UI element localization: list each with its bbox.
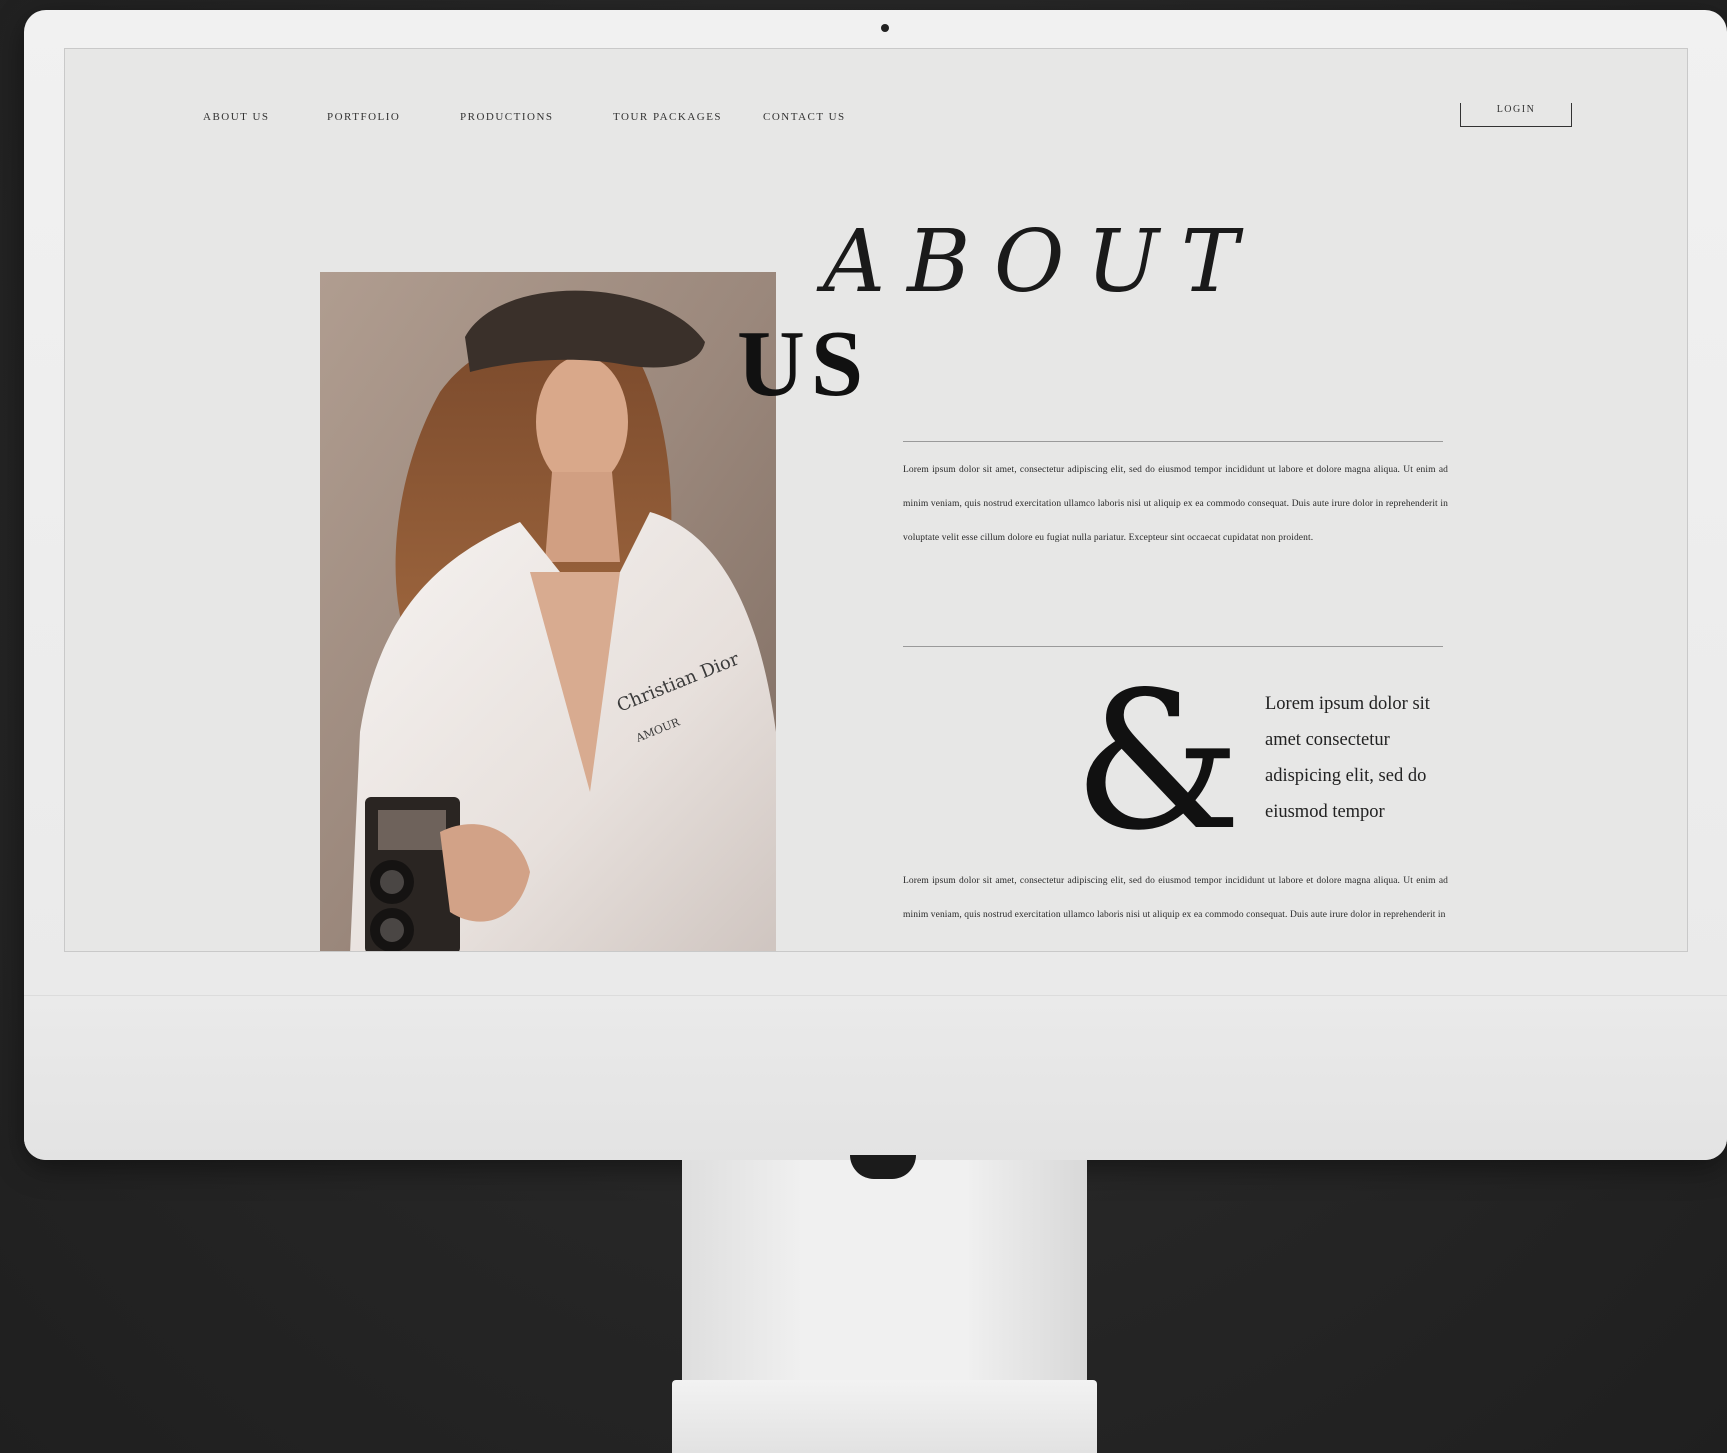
nav-item-productions[interactable]: PRODUCTIONS [460, 111, 554, 123]
login-button[interactable]: LOGIN [1460, 103, 1572, 127]
desk-background: ABOUT US PORTFOLIO PRODUCTIONS TOUR PACK… [0, 0, 1727, 1453]
webcam-icon [881, 24, 889, 32]
second-paragraph: Lorem ipsum dolor sit amet, consectetur … [903, 876, 1448, 920]
middle-divider [903, 646, 1443, 647]
monitor-chin [24, 995, 1727, 1160]
nav-item-tour-packages[interactable]: TOUR PACKAGES [613, 111, 722, 123]
intro-paragraph: Lorem ipsum dolor sit amet, consectetur … [903, 465, 1448, 543]
nav-item-contact-us[interactable]: CONTACT US [763, 111, 846, 123]
website-screen: ABOUT US PORTFOLIO PRODUCTIONS TOUR PACK… [64, 48, 1688, 952]
nav-item-about-us[interactable]: ABOUT US [203, 111, 270, 123]
about-heading: ABOUT [823, 212, 1261, 312]
top-navigation: ABOUT US PORTFOLIO PRODUCTIONS TOUR PACK… [65, 49, 1687, 169]
pull-quote: Lorem ipsum dolor sit amet consectetur a… [1265, 694, 1430, 822]
hero-photo: Christian Dior AMOUR [320, 272, 776, 951]
woman-with-camera-illustration: Christian Dior AMOUR [320, 272, 776, 951]
ampersand-glyph: & [1073, 651, 1243, 872]
imac-monitor: ABOUT US PORTFOLIO PRODUCTIONS TOUR PACK… [24, 10, 1727, 1160]
monitor-stand-foot [672, 1380, 1097, 1453]
top-divider [903, 441, 1443, 442]
nav-item-portfolio[interactable]: PORTFOLIO [327, 111, 400, 123]
us-heading: US [737, 312, 870, 416]
